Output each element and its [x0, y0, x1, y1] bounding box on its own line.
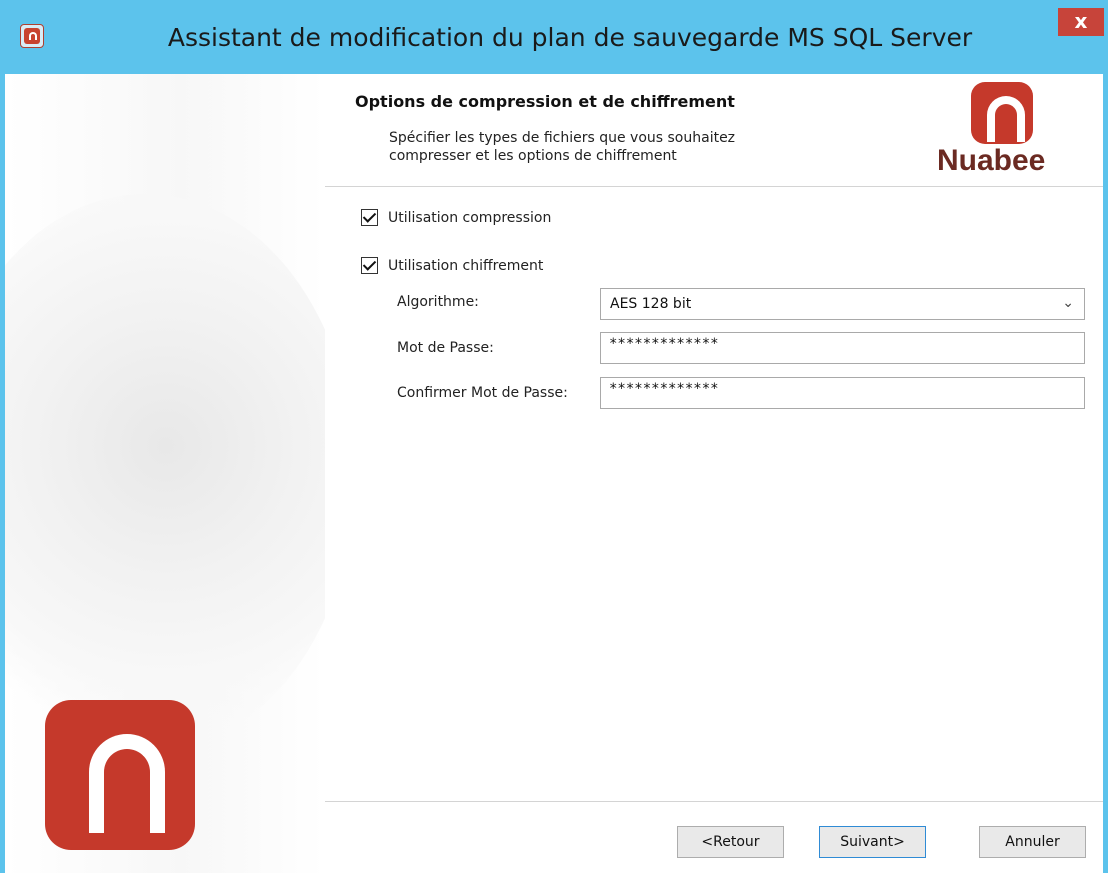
window-title: Assistant de modification du plan de sau… — [167, 23, 973, 52]
confirm-password-value: ************* — [609, 381, 719, 397]
algorithm-select[interactable]: AES 128 bit ⌄ — [600, 288, 1085, 320]
wizard-content: Utilisation compression Utilisation chif… — [325, 187, 1103, 801]
password-label: Mot de Passe: — [397, 340, 494, 356]
side-panel — [5, 74, 325, 873]
wizard-header: Options de compression et de chiffrement… — [325, 74, 1103, 186]
password-field[interactable]: ************* — [600, 332, 1085, 364]
encryption-option[interactable]: Utilisation chiffrement — [361, 257, 543, 274]
confirm-password-label: Confirmer Mot de Passe: — [397, 385, 568, 401]
globe-watermark — [5, 194, 325, 754]
compression-checkbox[interactable] — [361, 209, 378, 226]
compression-option[interactable]: Utilisation compression — [361, 209, 551, 226]
page-description: Spécifier les types de fichiers que vous… — [389, 129, 829, 165]
back-button[interactable]: <Retour — [677, 826, 784, 858]
window-frame-right — [1103, 74, 1108, 873]
app-icon-arch — [29, 32, 37, 40]
password-value: ************* — [609, 336, 719, 352]
app-icon — [20, 24, 44, 48]
page-description-line2: compresser et les options de chiffrement — [389, 148, 677, 164]
close-button[interactable]: x — [1058, 8, 1104, 36]
brand-name: Nuabee — [937, 144, 1046, 177]
confirm-password-field[interactable]: ************* — [600, 377, 1085, 409]
app-icon-inner — [24, 28, 40, 44]
chevron-down-icon: ⌄ — [1062, 295, 1074, 311]
next-button[interactable]: Suivant> — [819, 826, 926, 858]
brand-logo-icon — [971, 82, 1033, 144]
brand-logo-arch — [987, 96, 1025, 142]
encryption-label: Utilisation chiffrement — [388, 257, 544, 274]
title-bar: Assistant de modification du plan de sau… — [0, 0, 1108, 74]
cancel-button[interactable]: Annuler — [979, 826, 1086, 858]
side-logo — [45, 700, 195, 850]
side-logo-arch — [89, 734, 165, 833]
page-description-line1: Spécifier les types de fichiers que vous… — [389, 130, 736, 146]
encryption-checkbox[interactable] — [361, 257, 378, 274]
wizard-footer: <Retour Suivant> Annuler — [325, 802, 1103, 873]
algorithm-label: Algorithme: — [397, 294, 479, 310]
algorithm-value: AES 128 bit — [610, 296, 692, 312]
page-title: Options de compression et de chiffrement — [355, 92, 735, 111]
compression-label: Utilisation compression — [388, 209, 552, 226]
